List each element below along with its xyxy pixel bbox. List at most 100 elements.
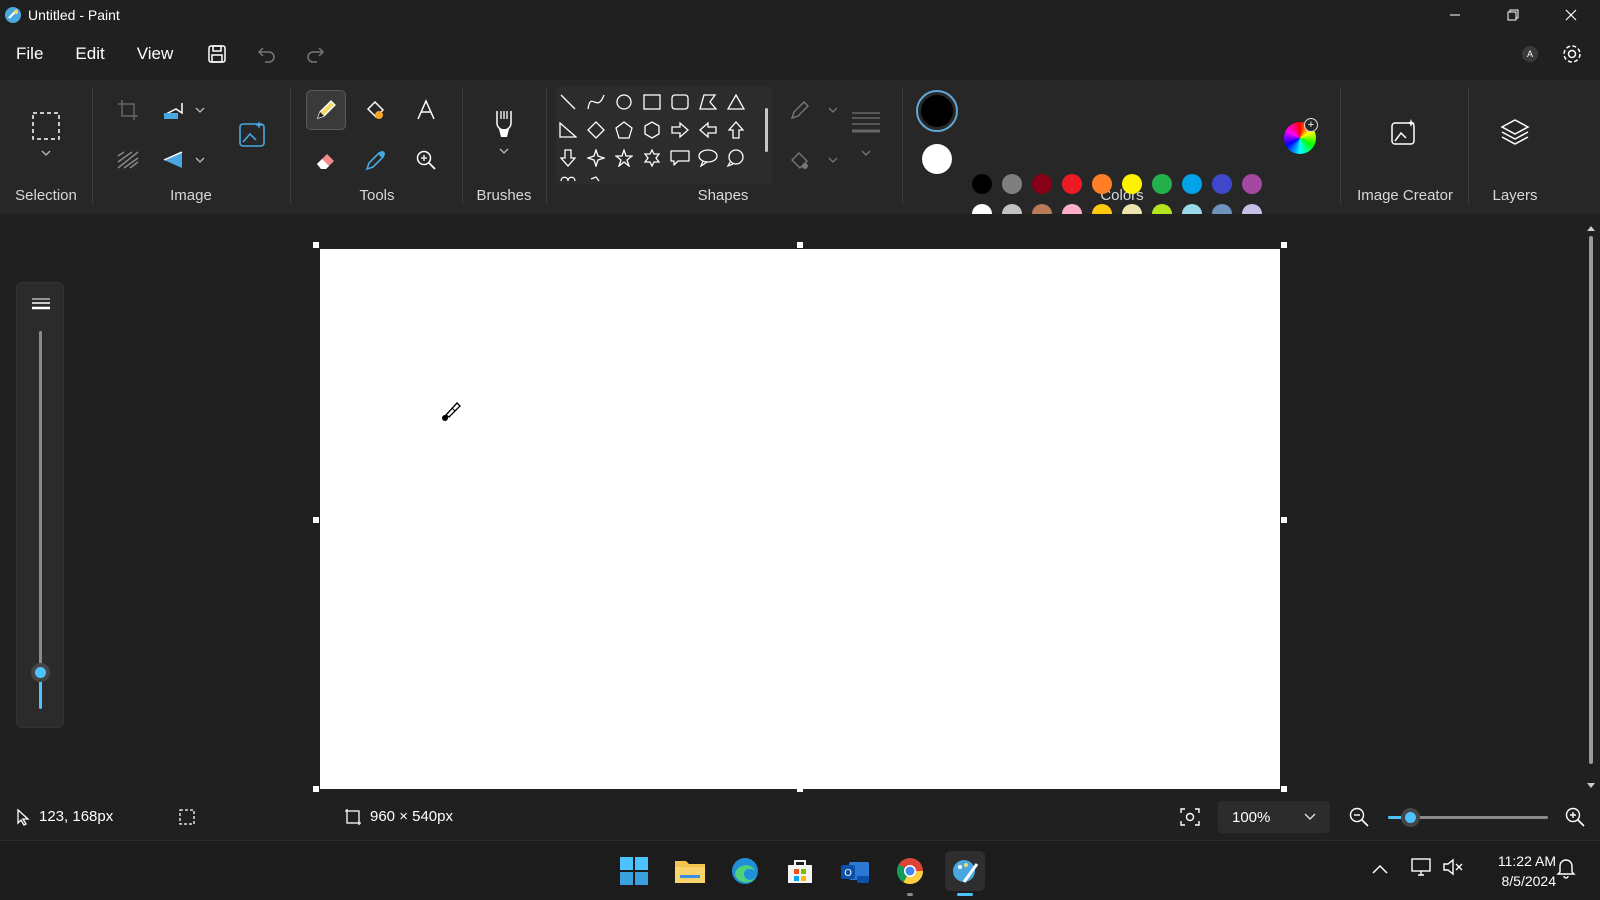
selection-dropdown[interactable]: [26, 142, 66, 164]
resize-handle[interactable]: [797, 786, 803, 792]
close-button[interactable]: [1542, 0, 1600, 30]
resize-handle[interactable]: [797, 242, 803, 248]
resize-handle[interactable]: [1281, 517, 1287, 523]
shape-rounded-rectangle[interactable]: [668, 90, 692, 114]
minimize-button[interactable]: [1426, 0, 1484, 30]
scrollbar-thumb[interactable]: [1589, 236, 1593, 764]
shape-cloud-callout[interactable]: [724, 146, 748, 170]
color-swatch[interactable]: [1062, 174, 1082, 194]
outlook-button[interactable]: O: [835, 851, 875, 891]
shape-triangle[interactable]: [724, 90, 748, 114]
paint-taskbar-button[interactable]: [945, 851, 985, 896]
vertical-scrollbar[interactable]: [1586, 224, 1596, 790]
account-avatar[interactable]: A: [1522, 46, 1538, 62]
fill-tool[interactable]: [356, 90, 396, 130]
start-button[interactable]: [614, 851, 654, 891]
color-swatch[interactable]: [972, 174, 992, 194]
color-swatch[interactable]: [1002, 174, 1022, 194]
color-swatch[interactable]: [1182, 174, 1202, 194]
zoom-in-button[interactable]: [1564, 806, 1588, 830]
color-swatch[interactable]: [1032, 174, 1052, 194]
magnifier-tool[interactable]: [406, 140, 446, 180]
redo-button[interactable]: [295, 36, 335, 72]
line-size-dropdown[interactable]: [846, 142, 886, 164]
store-button[interactable]: [780, 851, 820, 891]
show-hidden-icons-button[interactable]: [1372, 861, 1392, 881]
pencil-tool[interactable]: [306, 90, 346, 130]
shape-rectangle[interactable]: [640, 90, 664, 114]
notifications-button[interactable]: [1556, 857, 1580, 881]
undo-button[interactable]: [247, 36, 287, 72]
zoom-slider-thumb[interactable]: [1401, 808, 1420, 827]
color-swatch[interactable]: [1212, 174, 1232, 194]
menu-file[interactable]: File: [0, 36, 59, 72]
shape-six-point-star[interactable]: [640, 146, 664, 170]
shape-fill-button[interactable]: [786, 140, 842, 180]
shape-right-triangle[interactable]: [556, 118, 580, 142]
shape-polygon[interactable]: [696, 90, 720, 114]
shape-hexagon[interactable]: [640, 118, 664, 142]
resize-handle[interactable]: [313, 517, 319, 523]
shape-four-point-star[interactable]: [584, 146, 608, 170]
drawing-canvas[interactable]: [320, 249, 1280, 789]
shape-five-point-star[interactable]: [612, 146, 636, 170]
file-explorer-button[interactable]: [670, 851, 710, 891]
shape-oval[interactable]: [612, 90, 636, 114]
image-edit-button[interactable]: [232, 114, 272, 154]
image-creator-group[interactable]: Image Creator: [1342, 80, 1468, 214]
chrome-button[interactable]: [890, 851, 930, 896]
shape-outline-button[interactable]: [786, 90, 842, 130]
layers-group[interactable]: Layers: [1470, 80, 1560, 214]
brush-size-thumb[interactable]: [31, 663, 50, 682]
brushes-button[interactable]: [484, 104, 524, 144]
color-swatch[interactable]: [1092, 174, 1112, 194]
remove-background-button[interactable]: [108, 140, 148, 180]
color-swatch[interactable]: [1152, 174, 1172, 194]
shape-heart[interactable]: [556, 172, 580, 184]
menu-view[interactable]: View: [121, 36, 190, 72]
shape-diamond[interactable]: [584, 118, 608, 142]
volume-button[interactable]: [1442, 857, 1466, 881]
shape-oval-callout[interactable]: [696, 146, 720, 170]
shape-down-arrow[interactable]: [556, 146, 580, 170]
secondary-color[interactable]: [922, 144, 952, 174]
shape-curve[interactable]: [584, 90, 608, 114]
eraser-tool[interactable]: [306, 140, 346, 180]
resize-button[interactable]: [156, 90, 212, 130]
menu-edit[interactable]: Edit: [59, 36, 120, 72]
zoom-out-button[interactable]: [1348, 806, 1372, 830]
color-swatch[interactable]: [1242, 174, 1262, 194]
restore-button[interactable]: [1484, 0, 1542, 30]
resize-handle[interactable]: [313, 786, 319, 792]
shapes-scrollbar[interactable]: [765, 108, 768, 152]
edge-button[interactable]: [725, 851, 765, 891]
shape-rectangular-callout[interactable]: [668, 146, 692, 170]
shape-left-arrow[interactable]: [696, 118, 720, 142]
save-button[interactable]: [197, 36, 237, 72]
shape-lightning[interactable]: [584, 172, 608, 184]
line-size-button[interactable]: [846, 102, 886, 142]
color-swatch[interactable]: [1122, 174, 1142, 194]
primary-color[interactable]: [916, 90, 958, 132]
crop-button[interactable]: [108, 90, 148, 130]
rotate-button[interactable]: [156, 140, 212, 180]
resize-handle[interactable]: [1281, 786, 1287, 792]
brush-size-track[interactable]: [39, 331, 42, 671]
image-creator-button[interactable]: [1384, 112, 1424, 152]
resize-handle[interactable]: [313, 242, 319, 248]
network-button[interactable]: [1410, 857, 1434, 881]
shape-line[interactable]: [556, 90, 580, 114]
brushes-dropdown[interactable]: [484, 140, 524, 162]
resize-handle[interactable]: [1281, 242, 1287, 248]
settings-button[interactable]: [1552, 36, 1592, 72]
shape-right-arrow[interactable]: [668, 118, 692, 142]
zoom-dropdown[interactable]: 100%: [1218, 801, 1330, 833]
shape-up-arrow[interactable]: [724, 118, 748, 142]
color-picker-tool[interactable]: [356, 140, 396, 180]
rectangle-select-button[interactable]: [26, 106, 66, 146]
clock[interactable]: 11:22 AM 8/5/2024: [1476, 851, 1556, 891]
shape-pentagon[interactable]: [612, 118, 636, 142]
layers-button[interactable]: [1495, 112, 1535, 152]
fit-to-window-button[interactable]: [1176, 804, 1204, 830]
text-tool[interactable]: [406, 90, 446, 130]
